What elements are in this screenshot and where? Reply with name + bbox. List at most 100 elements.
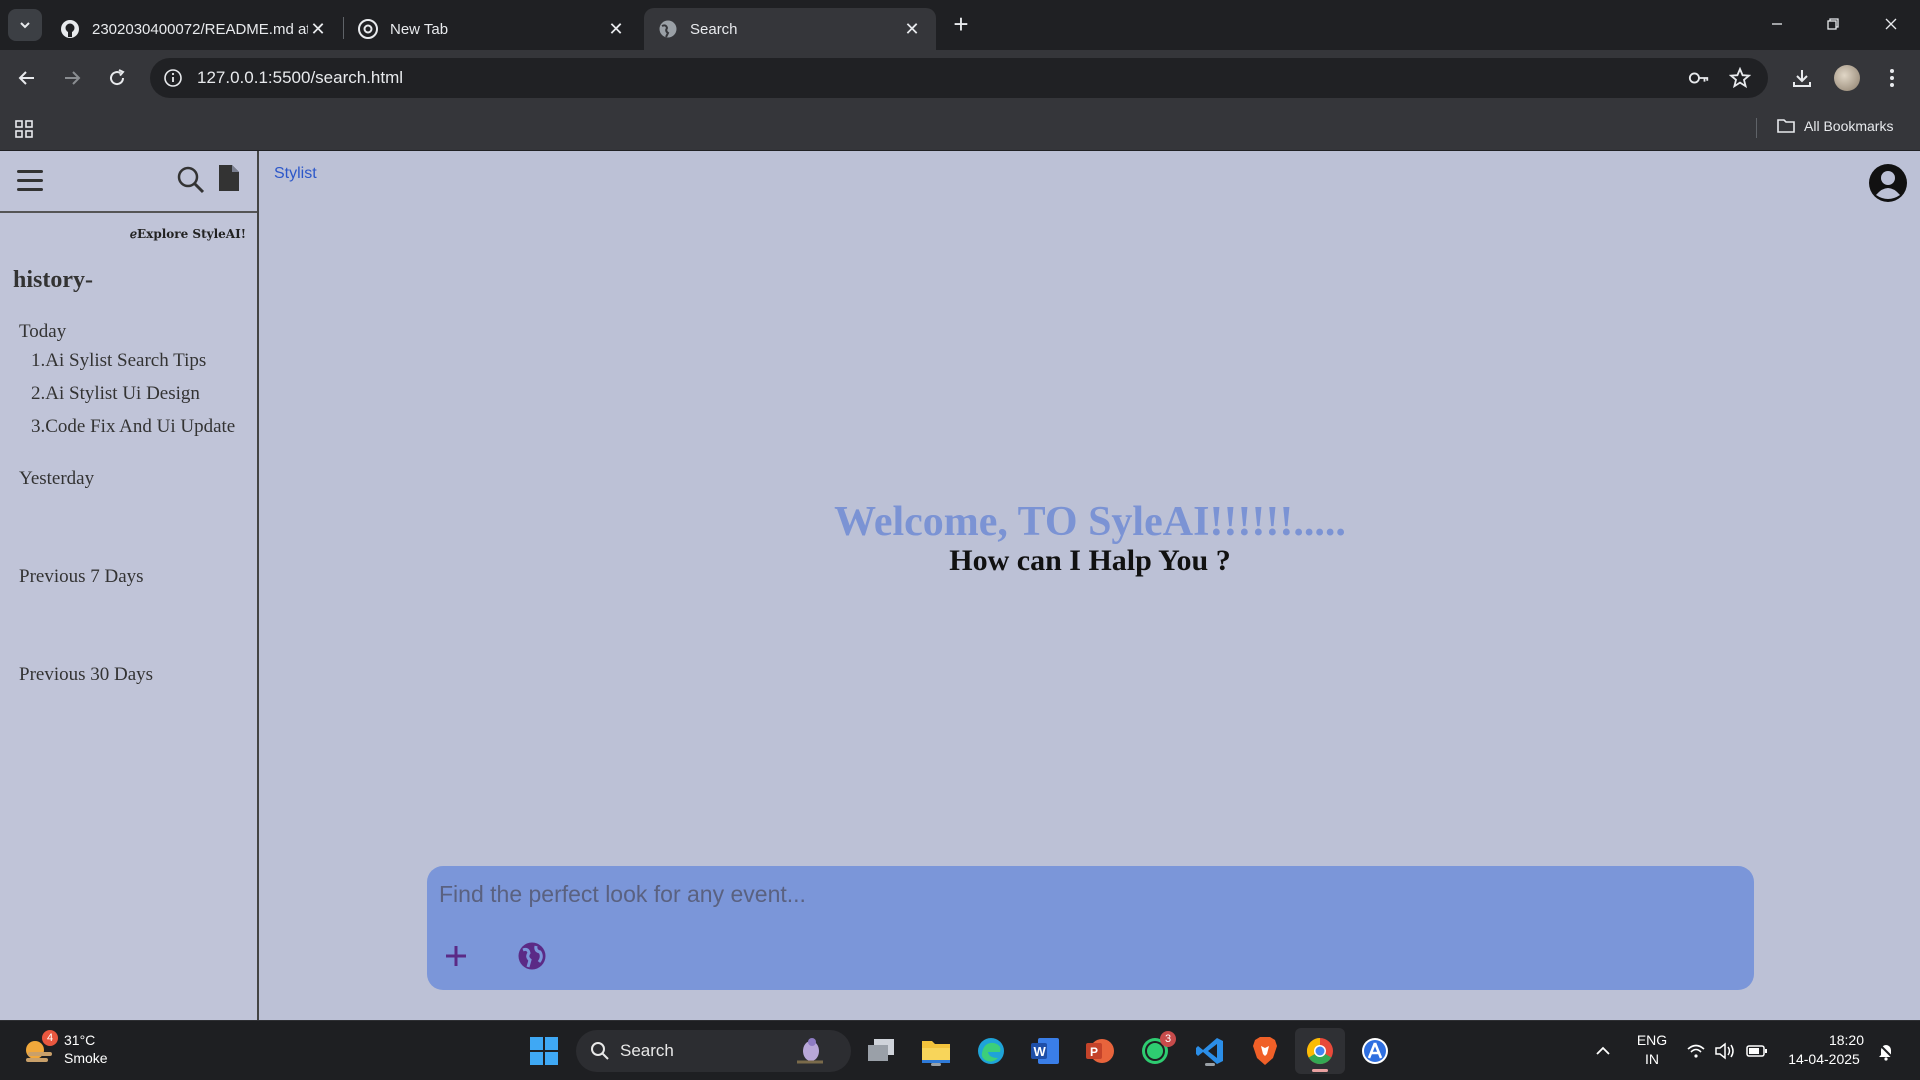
globe-icon[interactable] [517, 941, 547, 971]
reload-button[interactable] [103, 64, 131, 92]
web-page: ℯExplore StyleAI! history- Today 1.Ai Sy… [0, 151, 1920, 1020]
explore-link[interactable]: ℯExplore StyleAI! [0, 227, 246, 241]
minimize-icon [1772, 23, 1782, 25]
bird-icon [797, 1038, 823, 1064]
profile-button[interactable] [1833, 64, 1861, 92]
tab-title: New Tab [390, 20, 449, 38]
running-indicator [1312, 1069, 1328, 1072]
svg-text:P: P [1090, 1045, 1098, 1059]
browser-toolbar: 127.0.0.1:5500/search.html [0, 50, 1920, 106]
language-indicator[interactable]: ENG IN [1632, 1031, 1672, 1069]
new-document-icon[interactable] [217, 163, 241, 193]
plus-icon[interactable] [442, 942, 470, 970]
history-group-previous-30-days: Previous 30 Days [19, 664, 154, 685]
all-bookmarks-button[interactable]: All Bookmarks [1776, 117, 1893, 135]
tab-github[interactable]: 2302030400072/README.md at ✕ [46, 8, 342, 50]
all-bookmarks-label: All Bookmarks [1804, 118, 1894, 134]
help-subheading: How can I Halp You ? [949, 544, 1231, 577]
clock[interactable]: 18:20 14-04-2025 [1784, 1031, 1864, 1069]
clock-date: 14-04-2025 [1788, 1051, 1860, 1067]
weather-icon: 4 [22, 1030, 58, 1066]
clock-time: 18:20 [1828, 1032, 1864, 1048]
running-indicator [931, 1063, 941, 1066]
taskbar: 4 31°C Smoke Search W P 3 ENG IN 18:20 1… [0, 1020, 1920, 1080]
info-icon[interactable] [162, 68, 184, 88]
history-title: history- [13, 267, 93, 293]
stylist-link[interactable]: Stylist [274, 165, 317, 183]
tab-title: 2302030400072/README.md at [92, 20, 308, 38]
key-icon[interactable] [1688, 68, 1710, 88]
sidebar: ℯExplore StyleAI! history- Today 1.Ai Sy… [0, 151, 259, 1020]
vscode-icon[interactable] [1193, 1034, 1227, 1068]
search-icon [591, 1042, 609, 1060]
tab-search[interactable]: Search ✕ [644, 8, 936, 50]
word-icon[interactable]: W [1028, 1034, 1062, 1068]
windows-start-icon[interactable] [527, 1034, 561, 1068]
globe-icon [658, 19, 678, 39]
chevron-up-icon[interactable] [1586, 1034, 1620, 1068]
powerpoint-icon[interactable]: P [1083, 1034, 1117, 1068]
github-icon [60, 19, 80, 39]
notifications-icon[interactable] [1874, 1034, 1898, 1068]
new-tab-button[interactable]: + [948, 11, 974, 38]
weather-widget[interactable]: 4 31°C Smoke [22, 1030, 108, 1067]
volume-icon[interactable] [1713, 1034, 1737, 1068]
restore-button[interactable] [1813, 8, 1853, 40]
star-icon[interactable] [1729, 67, 1751, 89]
tab-strip: 2302030400072/README.md at ✕ New Tab ✕ S… [0, 0, 1920, 50]
close-icon[interactable]: ✕ [902, 19, 922, 39]
chevron-down-icon [20, 22, 30, 29]
taskbar-search[interactable]: Search [576, 1030, 851, 1072]
app-store-icon[interactable] [1358, 1034, 1392, 1068]
hamburger-menu-icon[interactable] [17, 170, 43, 192]
explore-label: Explore StyleAI! [137, 227, 246, 241]
battery-icon[interactable] [1745, 1034, 1769, 1068]
file-explorer-icon[interactable] [919, 1034, 953, 1068]
sidebar-header [0, 151, 257, 213]
whatsapp-badge: 3 [1160, 1031, 1176, 1047]
whatsapp-icon[interactable]: 3 [1138, 1031, 1176, 1068]
chrome-icon [358, 19, 378, 39]
history-item[interactable]: 3.Code Fix And Ui Update [31, 416, 235, 438]
taskbar-search-label: Search [620, 1041, 674, 1060]
welcome-heading: Welcome, TO SyleAI!!!!!!..... [834, 499, 1346, 545]
task-view-icon[interactable] [864, 1034, 898, 1068]
wifi-icon[interactable] [1684, 1034, 1708, 1068]
search-input[interactable] [439, 874, 1739, 914]
profile-avatar [1834, 65, 1860, 91]
apps-grid-icon [15, 120, 33, 138]
history-group-today: Today [19, 321, 67, 342]
reload-icon [110, 69, 125, 86]
weather-desc: Smoke [64, 1050, 108, 1066]
edge-icon[interactable] [974, 1034, 1008, 1068]
explore-icon: ℯ [129, 227, 138, 241]
address-bar[interactable]: 127.0.0.1:5500/search.html [150, 58, 1768, 98]
tab-search-button[interactable] [8, 9, 42, 41]
apps-button[interactable] [14, 119, 34, 144]
main-content: Stylist Welcome, TO SyleAI!!!!!!..... Ho… [259, 151, 1920, 1020]
back-button[interactable] [13, 64, 41, 92]
brave-icon[interactable] [1248, 1034, 1282, 1068]
close-icon[interactable]: ✕ [308, 19, 328, 39]
url-text[interactable]: 127.0.0.1:5500/search.html [197, 68, 403, 88]
bookmarks-bar: All Bookmarks [0, 106, 1920, 151]
history-item[interactable]: 1.Ai Sylist Search Tips [31, 350, 206, 372]
close-window-button[interactable] [1871, 8, 1911, 40]
history-item[interactable]: 2.Ai Stylist Ui Design [31, 383, 200, 405]
user-account-icon[interactable] [1868, 163, 1908, 203]
running-indicator [1205, 1063, 1215, 1066]
chrome-taskbar-icon[interactable] [1295, 1028, 1345, 1074]
language-top: ENG [1636, 1032, 1668, 1048]
search-icon[interactable] [176, 165, 206, 195]
bookmarks-separator [1756, 118, 1757, 138]
menu-button[interactable] [1878, 64, 1906, 92]
minimize-button[interactable] [1757, 8, 1797, 40]
arrow-left-icon [18, 71, 34, 85]
language-bottom: IN [1645, 1051, 1659, 1067]
forward-button[interactable] [58, 64, 86, 92]
tab-new-tab[interactable]: New Tab ✕ [344, 8, 640, 50]
close-icon[interactable]: ✕ [606, 19, 626, 39]
downloads-button[interactable] [1788, 64, 1816, 92]
svg-text:W: W [1034, 1044, 1047, 1059]
history-group-yesterday: Yesterday [19, 468, 95, 489]
